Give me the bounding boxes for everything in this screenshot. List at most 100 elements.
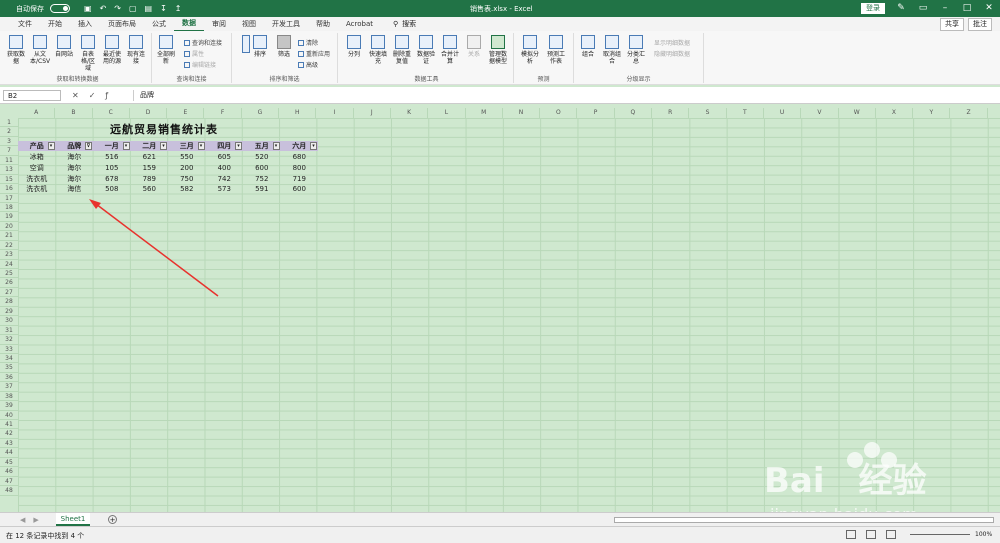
share-button[interactable]: 共享 — [940, 18, 964, 31]
print-icon[interactable]: ▤ — [145, 4, 153, 13]
table-cell[interactable]: 海信 — [56, 184, 94, 194]
row-header[interactable]: 32 — [0, 335, 18, 345]
tab-insert[interactable]: 插入 — [70, 17, 100, 31]
relationships-button[interactable]: 关系 — [464, 35, 484, 58]
close-icon[interactable]: ✕ — [978, 0, 1000, 17]
table-cell[interactable]: 508 — [93, 184, 131, 194]
reapply-button[interactable]: 重新应用 — [298, 49, 330, 58]
row-header[interactable]: 13 — [0, 165, 18, 175]
filter-active-icon[interactable]: ⊽ — [85, 142, 92, 150]
ribbon-display-icon[interactable]: ▭ — [912, 0, 934, 17]
table-cell[interactable]: 105 — [93, 163, 131, 173]
properties-button[interactable]: 属性 — [184, 49, 204, 58]
search-box[interactable]: ⚲ 搜索 — [393, 19, 416, 29]
column-header[interactable]: Y — [913, 108, 951, 118]
filter-button[interactable]: 筛选 — [274, 35, 294, 58]
header-cell[interactable]: 品牌 ⊽ — [56, 141, 94, 151]
data-model-button[interactable]: 管理数据模型 — [488, 35, 508, 65]
table-cell[interactable]: 789 — [131, 174, 169, 184]
table-cell[interactable]: 719 — [281, 174, 319, 184]
confirm-icon[interactable]: ✓ — [89, 91, 96, 100]
row-header[interactable]: 33 — [0, 345, 18, 354]
pen-icon[interactable]: ✎ — [890, 0, 912, 17]
tab-home[interactable]: 开始 — [40, 17, 70, 31]
column-header[interactable]: U — [764, 108, 802, 118]
from-csv-button[interactable]: 从文本/CSV — [30, 35, 50, 65]
row-header[interactable]: 35 — [0, 363, 18, 373]
header-cell[interactable]: 三月 ▾ — [168, 141, 206, 151]
column-header[interactable]: O — [540, 108, 578, 118]
consolidate-button[interactable]: 合并计算 — [440, 35, 460, 65]
hide-detail-button[interactable]: 隐藏明细数据 — [654, 49, 690, 58]
filter-dropdown-icon[interactable]: ▾ — [160, 142, 167, 150]
column-header[interactable]: B — [55, 108, 93, 118]
row-header[interactable]: 19 — [0, 212, 18, 222]
row-header[interactable]: 22 — [0, 241, 18, 251]
table-cell[interactable]: 516 — [93, 152, 131, 162]
new-file-icon[interactable]: ▢ — [129, 4, 137, 13]
existing-connections-button[interactable]: 现有连接 — [126, 35, 146, 65]
table-cell[interactable]: 520 — [243, 152, 281, 162]
subtotal-button[interactable]: 分类汇总 — [626, 35, 646, 65]
column-header[interactable]: K — [391, 108, 429, 118]
filter-dropdown-icon[interactable]: ▾ — [235, 142, 242, 150]
forecast-sheet-button[interactable]: 预测工作表 — [546, 35, 566, 65]
table-cell[interactable]: 洗衣机 — [18, 174, 56, 184]
row-header[interactable]: 34 — [0, 354, 18, 364]
column-header[interactable]: I — [316, 108, 354, 118]
row-header[interactable]: 31 — [0, 326, 18, 336]
row-header[interactable]: 26 — [0, 278, 18, 288]
next-sheet-icon[interactable]: ▶ — [33, 516, 38, 524]
row-header[interactable]: 37 — [0, 382, 18, 392]
normal-view-icon[interactable] — [846, 530, 856, 539]
header-cell[interactable]: 五月 ▾ — [243, 141, 281, 151]
filter-dropdown-icon[interactable]: ▾ — [47, 142, 55, 150]
tab-review[interactable]: 审阅 — [204, 17, 234, 31]
horizontal-scrollbar[interactable] — [614, 517, 994, 523]
row-header[interactable]: 16 — [0, 184, 18, 194]
zoom-level[interactable]: 100% — [975, 531, 992, 538]
header-cell[interactable]: 六月 ▾ — [281, 141, 319, 151]
save-icon[interactable]: ▣ — [84, 4, 92, 13]
function-icon[interactable]: ƒ — [105, 91, 108, 100]
from-web-button[interactable]: 自网站 — [54, 35, 74, 58]
column-header[interactable]: A — [18, 108, 56, 118]
column-header[interactable]: E — [167, 108, 205, 118]
table-cell[interactable]: 200 — [168, 163, 206, 173]
edit-links-button[interactable]: 编辑链接 — [184, 60, 216, 69]
tab-file[interactable]: 文件 — [10, 17, 40, 31]
header-cell[interactable]: 一月 ▾ — [93, 141, 131, 151]
row-header[interactable]: 7 — [0, 146, 18, 156]
page-layout-view-icon[interactable] — [866, 530, 876, 539]
table-cell[interactable]: 678 — [93, 174, 131, 184]
minimize-icon[interactable]: – — [934, 0, 956, 17]
table-cell[interactable]: 680 — [281, 152, 319, 162]
column-header[interactable]: J — [354, 108, 391, 118]
tab-help[interactable]: 帮助 — [308, 17, 338, 31]
column-header[interactable]: Z — [950, 108, 988, 118]
row-header[interactable]: 45 — [0, 458, 18, 468]
clear-button[interactable]: 清除 — [298, 38, 318, 47]
table-cell[interactable]: 550 — [168, 152, 206, 162]
column-header[interactable]: P — [577, 108, 615, 118]
table-cell[interactable]: 621 — [131, 152, 169, 162]
filter-dropdown-icon[interactable]: ▾ — [272, 142, 280, 150]
row-header[interactable]: 28 — [0, 297, 18, 307]
column-header[interactable]: R — [652, 108, 690, 118]
column-header[interactable]: G — [242, 108, 280, 118]
redo-icon[interactable]: ↷ — [114, 4, 121, 13]
cancel-icon[interactable]: ✕ — [72, 91, 79, 100]
prev-sheet-icon[interactable]: ◀ — [20, 516, 25, 524]
row-header[interactable]: 48 — [0, 486, 18, 496]
table-cell[interactable]: 海尔 — [56, 174, 94, 184]
column-header[interactable]: M — [466, 108, 503, 118]
row-header[interactable]: 23 — [0, 250, 18, 260]
row-header[interactable]: 41 — [0, 420, 18, 430]
comment-button[interactable]: 批注 — [968, 18, 992, 31]
advanced-button[interactable]: 高级 — [298, 60, 318, 69]
filter-dropdown-icon[interactable]: ▾ — [310, 142, 317, 150]
table-cell[interactable]: 600 — [281, 184, 319, 194]
flash-fill-button[interactable]: 快速填充 — [368, 35, 388, 65]
row-header[interactable]: 25 — [0, 269, 18, 279]
table-cell[interactable]: 752 — [243, 174, 281, 184]
